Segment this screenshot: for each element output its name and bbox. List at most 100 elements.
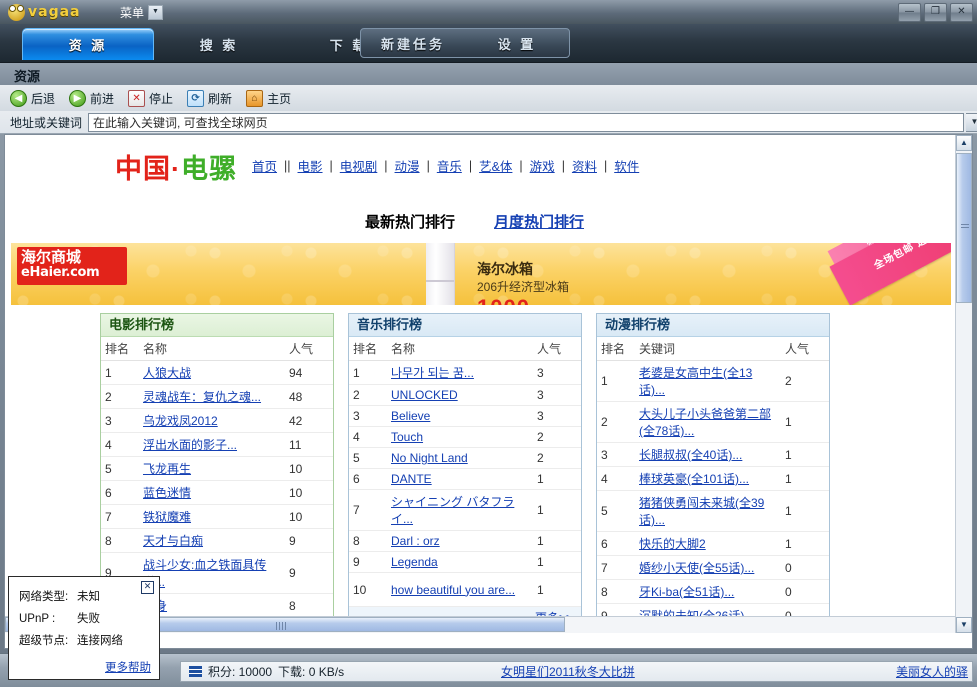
scroll-grip-icon — [961, 224, 969, 230]
back-label: 后退 — [31, 91, 56, 106]
col-popularity: 人气 — [533, 337, 581, 361]
row-popularity: 1 — [781, 490, 829, 532]
row-popularity: 2 — [533, 447, 581, 469]
popup-more-help-link[interactable]: 更多帮助 — [105, 659, 151, 675]
refresh-button[interactable]: ⟳ 刷新 — [187, 89, 232, 107]
rank-tab-latest[interactable]: 最新热门排行 — [365, 211, 455, 232]
stop-button[interactable]: ✕ 停止 — [128, 89, 173, 107]
movie-link[interactable]: 灵魂战车：复仇之魂... — [143, 390, 261, 404]
row-name: 老婆是女高中生(全13话)... — [635, 360, 781, 402]
scroll-up-button[interactable]: ▲ — [956, 135, 972, 151]
site-nav-arts-sports[interactable]: 艺&体 — [479, 156, 512, 175]
row-rank: 6 — [349, 468, 387, 490]
address-dropdown-icon[interactable]: ▼ — [966, 112, 977, 132]
music-link[interactable]: No Night Land — [391, 451, 468, 465]
movie-link[interactable]: 人狼大战 — [143, 366, 191, 380]
anime-link[interactable]: 快乐的大脚2 — [639, 537, 706, 551]
minimize-button[interactable]: — — [898, 3, 921, 22]
table-row: 6 DANTE 1 — [349, 468, 581, 490]
maximize-button[interactable]: ❐ — [924, 3, 947, 22]
row-popularity: 94 — [285, 360, 333, 385]
site-nav-movies[interactable]: 电影 — [298, 156, 323, 175]
music-link[interactable]: how beautiful you are... — [391, 583, 515, 597]
close-icon: ✕ — [957, 6, 966, 17]
nav-sep: | — [468, 158, 473, 173]
table-row: 4 浮出水面的影子... 11 — [101, 432, 333, 457]
close-button[interactable]: ✕ — [950, 3, 973, 22]
movie-link[interactable]: 天才与白痴 — [143, 534, 203, 548]
music-link[interactable]: Darl : orz — [391, 534, 440, 548]
music-link[interactable]: シャイニング バタフライ... — [391, 495, 514, 526]
refresh-icon: ⟳ — [187, 89, 205, 107]
movie-link[interactable]: 浮出水面的影子... — [143, 438, 237, 452]
anime-link[interactable]: 棒球英豪(全101话)... — [639, 472, 749, 486]
site-nav-home[interactable]: 首页 — [252, 156, 277, 175]
row-rank: 7 — [349, 489, 387, 531]
panel-anime-title: 动漫排行榜 — [597, 314, 829, 337]
movie-link[interactable]: 蓝色迷情 — [143, 486, 191, 500]
site-nav-materials[interactable]: 资料 — [572, 156, 597, 175]
anime-link[interactable]: 牙Ki-ba(全51话)... — [639, 585, 734, 599]
anime-link[interactable]: 老婆是女高中生(全13话)... — [639, 366, 752, 397]
popup-close-icon[interactable]: ✕ — [141, 581, 154, 594]
scroll-down-button[interactable]: ▼ — [956, 617, 972, 633]
movie-link[interactable]: 飞龙再生 — [143, 462, 191, 476]
banner-title: 海尔冰箱 — [477, 261, 533, 277]
application-window: vagaa 菜单 ▼ — ❐ ✕ 资 源 搜 索 下 载 查看共享 新建任务 设… — [0, 0, 977, 687]
row-popularity: 1 — [533, 489, 581, 531]
tab-search[interactable]: 搜 索 — [154, 28, 284, 60]
site-nav-software[interactable]: 软件 — [614, 156, 639, 175]
site-nav-anime[interactable]: 动漫 — [395, 156, 420, 175]
music-link[interactable]: UNLOCKED — [391, 388, 458, 402]
table-row: 3 长腿叔叔(全40话)... 1 — [597, 442, 829, 467]
table-row: 5 No Night Land 2 — [349, 447, 581, 469]
col-name: 名称 — [139, 337, 285, 361]
anime-link[interactable]: 长腿叔叔(全40话)... — [639, 448, 742, 462]
tab-resources[interactable]: 资 源 — [22, 28, 154, 60]
new-task-button[interactable]: 新建任务 — [361, 29, 465, 57]
table-row: 2 灵魂战车：复仇之魂... 48 — [101, 384, 333, 409]
advertisement-banner[interactable]: 海尔商城 eHaier.com 海尔冰箱 206升经济型冰箱 1000 官方网上… — [11, 243, 951, 305]
row-popularity: 10 — [285, 480, 333, 505]
forward-button[interactable]: ▶ 前进 — [69, 89, 114, 107]
col-rank: 排名 — [101, 337, 139, 361]
status-promo-link-right[interactable]: 美丽女人的驿 — [896, 663, 968, 680]
vertical-scroll-thumb[interactable] — [956, 153, 972, 303]
row-popularity: 1 — [533, 572, 581, 607]
anime-link[interactable]: 大头儿子小头爸爸第二部(全78话)... — [639, 407, 771, 438]
site-nav-games[interactable]: 游戏 — [530, 156, 555, 175]
anime-link[interactable]: 猪猪侠勇闯未来城(全39话)... — [639, 496, 764, 527]
site-nav-tv[interactable]: 电视剧 — [340, 156, 378, 175]
row-popularity: 2 — [533, 426, 581, 448]
music-link[interactable]: Legenda — [391, 555, 438, 569]
music-link[interactable]: Believe — [391, 409, 430, 423]
movie-link[interactable]: 铁狱魔难 — [143, 510, 191, 524]
menu-button[interactable]: 菜单 ▼ — [120, 3, 164, 21]
vertical-scrollbar[interactable]: ▲ ▼ — [955, 135, 972, 633]
row-popularity: 1 — [781, 466, 829, 491]
row-name: 替身 — [139, 593, 285, 618]
back-button[interactable]: ◀ 后退 — [10, 89, 56, 107]
browser-toolbar: ◀ 后退 ▶ 前进 ✕ 停止 ⟳ 刷新 ⌂ 主页 — [0, 85, 977, 112]
movie-link[interactable]: 乌龙戏凤2012 — [143, 414, 218, 428]
chevron-down-icon[interactable]: ▼ — [148, 4, 164, 20]
anime-link[interactable]: 婚纱小天使(全55话)... — [639, 561, 754, 575]
site-logo[interactable]: 中国·电骡 — [115, 147, 237, 186]
site-nav-music[interactable]: 音乐 — [437, 156, 462, 175]
row-rank: 5 — [349, 447, 387, 469]
movie-link[interactable]: 战斗少女:血之铁面具传说... — [143, 558, 266, 589]
home-button[interactable]: ⌂ 主页 — [246, 89, 291, 107]
row-name: 战斗少女:血之铁面具传说... — [139, 552, 285, 594]
row-rank: 7 — [101, 504, 139, 529]
vertical-scroll-track[interactable] — [956, 151, 972, 617]
rank-tab-monthly[interactable]: 月度热门排行 — [494, 211, 584, 232]
music-link[interactable]: Touch — [391, 430, 423, 444]
address-input[interactable]: 在此输入关键词, 可查找全球网页 — [88, 112, 964, 132]
settings-button[interactable]: 设 置 — [465, 29, 569, 57]
row-rank: 8 — [101, 528, 139, 553]
table-row: 7 铁狱魔难 10 — [101, 504, 333, 529]
row-rank: 2 — [101, 384, 139, 409]
status-promo-link[interactable]: 女明星们2011秋冬大比拼 — [501, 663, 635, 680]
music-link[interactable]: DANTE — [391, 472, 432, 486]
music-link[interactable]: 나무가 되는 꿈... — [391, 366, 474, 380]
